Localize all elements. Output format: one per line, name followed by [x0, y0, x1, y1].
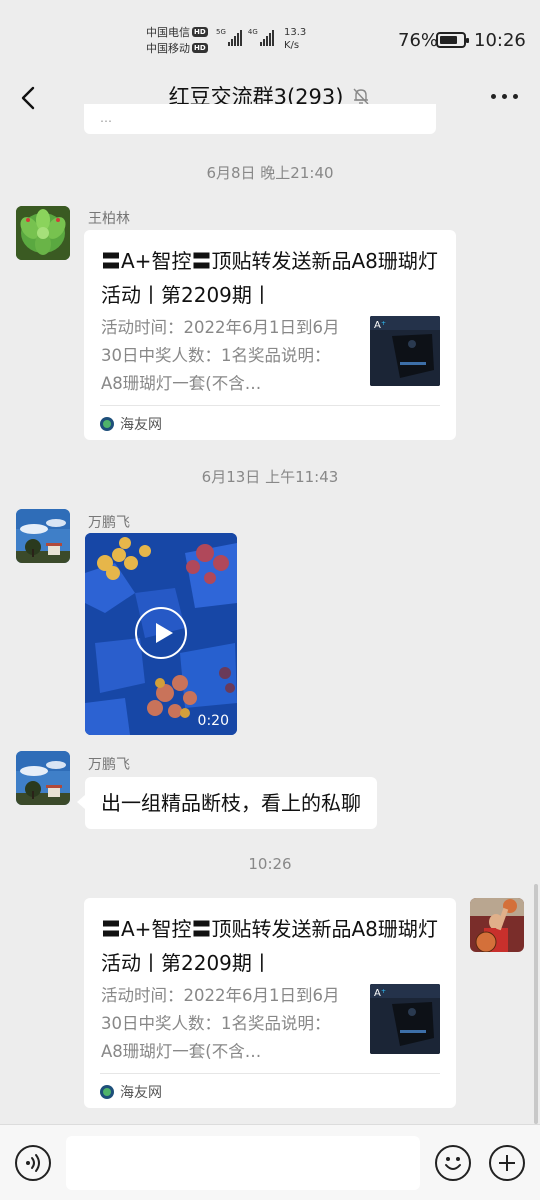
link-card-thumbnail: A +	[370, 984, 440, 1054]
avatar[interactable]	[16, 751, 70, 805]
link-card-thumbnail: A +	[370, 316, 440, 386]
link-card-description: 活动时间：2022年6月1日到6月30日中奖人数：1名奖品说明：A8珊瑚灯一套(…	[101, 318, 340, 393]
message-timestamp: 6月13日 上午11:43	[201, 468, 339, 486]
bell-muted-icon	[353, 88, 369, 105]
link-card-source: 海友网	[100, 1082, 162, 1102]
link-card-title: 〓A+智控〓顶贴转发送新品A8珊瑚灯活动丨第2209期丨	[101, 917, 438, 975]
svg-text:+: +	[381, 988, 386, 995]
partial-message-card[interactable]: ⋯	[84, 104, 436, 134]
avatar[interactable]	[470, 898, 524, 952]
scrollbar[interactable]	[534, 884, 538, 1124]
input-bar	[0, 1124, 540, 1200]
signal-5g-icon: 5G	[216, 28, 242, 46]
succulent-avatar-image	[16, 206, 70, 260]
emoji-button[interactable]	[435, 1145, 471, 1181]
avatar[interactable]	[16, 509, 70, 563]
svg-text:+: +	[381, 320, 386, 327]
basketball-avatar-image	[470, 898, 524, 952]
signal-4g-icon: 4G	[248, 28, 274, 46]
message-timestamp: 10:26	[248, 855, 292, 873]
source-logo-icon	[100, 1085, 114, 1099]
message-timestamp: 6月8日 晚上21:40	[206, 164, 334, 182]
partial-card-text: ⋯	[100, 114, 112, 128]
sky-tree-avatar-image	[16, 509, 70, 563]
link-card-source: 海友网	[100, 414, 162, 434]
more-dots-icon[interactable]	[491, 94, 518, 99]
signal-icons: 5G 4G	[216, 28, 274, 46]
net-speed: 13.3 K/s	[284, 27, 307, 51]
avatar[interactable]	[16, 206, 70, 260]
sender-name: 王柏林	[88, 211, 130, 227]
emoji-icon	[445, 1157, 461, 1170]
voice-icon	[26, 1154, 40, 1172]
link-card-title: 〓A+智控〓顶贴转发送新品A8珊瑚灯活动丨第2209期丨	[101, 249, 438, 307]
carrier-2: 中国移动	[146, 41, 190, 55]
sky-tree-avatar-image	[16, 751, 70, 805]
play-icon[interactable]	[135, 607, 187, 659]
battery-icon	[436, 32, 469, 48]
svg-text:A: A	[374, 988, 381, 999]
svg-text:A: A	[374, 320, 381, 331]
sender-name: 万鹏飞	[88, 757, 130, 773]
plus-button[interactable]	[489, 1145, 525, 1181]
voice-button[interactable]	[15, 1145, 51, 1181]
divider	[100, 405, 440, 406]
hd-badge: HD	[192, 27, 208, 37]
source-logo-icon	[100, 417, 114, 431]
link-card-description: 活动时间：2022年6月1日到6月30日中奖人数：1名奖品说明：A8珊瑚灯一套(…	[101, 986, 340, 1061]
divider	[100, 1073, 440, 1074]
carrier-info: 中国电信 HD 中国移动 HD	[146, 24, 208, 56]
status-time: 10:26	[474, 30, 526, 51]
battery-percentage: 76%	[398, 30, 439, 51]
sender-name: 万鹏飞	[88, 515, 130, 531]
link-card-message[interactable]: 〓A+智控〓顶贴转发送新品A8珊瑚灯活动丨第2209期丨 活动时间：2022年6…	[84, 230, 456, 440]
status-bar: 中国电信 HD 中国移动 HD 5G 4G 13.3 K/s 76% 10:26	[0, 0, 540, 76]
message-input[interactable]	[66, 1136, 420, 1190]
link-card-message[interactable]: 〓A+智控〓顶贴转发送新品A8珊瑚灯活动丨第2209期丨 活动时间：2022年6…	[84, 898, 456, 1108]
carrier-1: 中国电信	[146, 25, 190, 39]
video-duration: 0:20	[197, 713, 229, 729]
text-message-bubble[interactable]: 出一组精品断枝，看上的私聊	[77, 777, 377, 829]
video-message[interactable]: 0:20	[85, 533, 237, 735]
hd-badge: HD	[192, 43, 208, 53]
